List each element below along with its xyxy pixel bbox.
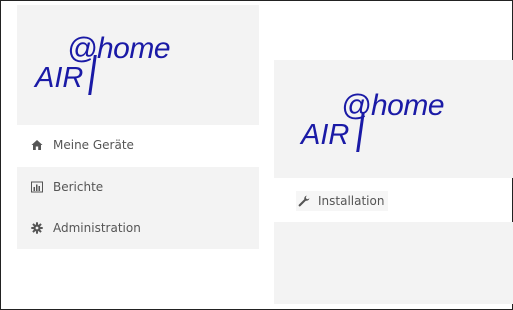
sidebar-item-meine-geraete[interactable]: Meine Geräte [17, 125, 259, 165]
installation-panel: @home AIR Installation [274, 60, 513, 304]
sidebar: @home AIR Meine Geräte Berichte Administ… [17, 5, 259, 249]
sidebar-item-berichte[interactable]: Berichte [17, 167, 259, 207]
sidebar-item-label: Meine Geräte [53, 138, 134, 152]
air-at-home-logo[interactable]: @home AIR [301, 86, 451, 156]
logo-air-text: AIR [301, 119, 350, 151]
panel-footer-area [274, 222, 513, 304]
panel-brand-area: @home AIR [274, 60, 513, 178]
bar-chart-icon [31, 181, 43, 193]
installation-link[interactable]: Installation [296, 191, 389, 211]
sidebar-item-label: Berichte [53, 180, 104, 194]
sidebar-item-label: Administration [53, 221, 141, 235]
air-at-home-logo[interactable]: @home AIR [35, 29, 185, 99]
sidebar-item-administration[interactable]: Administration [17, 207, 259, 249]
gear-icon [31, 222, 43, 234]
logo-air-text: AIR [35, 62, 84, 94]
logo-at-home-text: @home [341, 89, 445, 122]
wrench-icon [298, 195, 310, 207]
home-icon [31, 139, 43, 151]
installation-label: Installation [318, 194, 385, 208]
logo-at-home-text: @home [67, 32, 171, 65]
sidebar-brand-area: @home AIR [17, 5, 259, 125]
